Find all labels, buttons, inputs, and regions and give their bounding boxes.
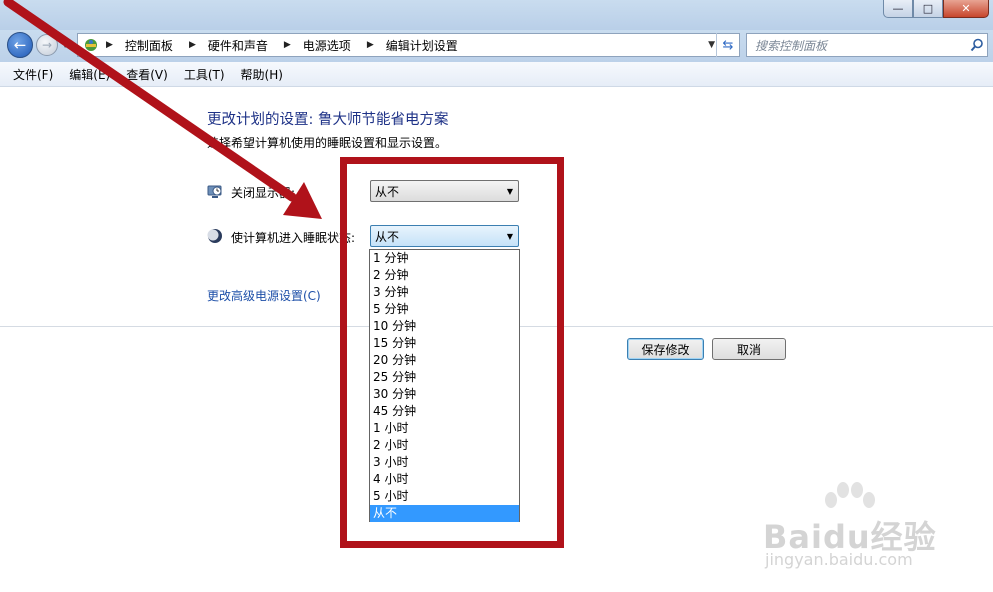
annotation-highlight-box <box>340 157 564 548</box>
cancel-button[interactable]: 取消 <box>712 338 786 360</box>
title-bar: — □ ✕ <box>0 0 993 30</box>
navigation-bar: ← → ▼ ▶ 控制面板 ▶ 硬件和声音 ▶ 电源选项 ▶ 编辑计划设置 ▼ ⇆… <box>0 30 993 62</box>
search-icon[interactable] <box>967 38 987 52</box>
back-button[interactable]: ← <box>7 32 33 58</box>
page-title: 更改计划的设置: 鲁大师节能省电方案 <box>207 112 449 128</box>
maximize-button[interactable]: □ <box>913 0 943 18</box>
breadcrumb-chevron[interactable]: ▶ <box>357 40 380 50</box>
breadcrumb-power-options[interactable]: 电源选项 <box>303 37 351 54</box>
forward-button[interactable]: → <box>36 34 58 56</box>
breadcrumb-root-chevron[interactable]: ▶ <box>106 40 119 50</box>
forward-arrow-icon: → <box>41 38 53 52</box>
menu-view[interactable]: 查看(V) <box>119 66 175 83</box>
watermark-url: jingyan.baidu.com <box>765 550 913 569</box>
breadcrumb-hardware-sound[interactable]: 硬件和声音 <box>208 37 268 54</box>
baidu-watermark: Baidu经验 jingyan.baidu.com <box>757 480 987 580</box>
search-box[interactable]: 搜索控制面板 <box>746 33 988 57</box>
breadcrumb-chevron[interactable]: ▶ <box>179 40 202 50</box>
monitor-clock-icon <box>207 183 223 199</box>
menu-file[interactable]: 文件(F) <box>6 66 60 83</box>
menu-bar: 文件(F) 编辑(E) 查看(V) 工具(T) 帮助(H) <box>0 62 993 87</box>
address-bar[interactable]: ▶ 控制面板 ▶ 硬件和声音 ▶ 电源选项 ▶ 编辑计划设置 ▼ ⇆ <box>77 33 740 57</box>
breadcrumb-edit-plan[interactable]: 编辑计划设置 <box>386 37 458 54</box>
menu-tools[interactable]: 工具(T) <box>177 66 232 83</box>
window-controls: — □ ✕ <box>883 0 989 18</box>
display-off-label: 关闭显示器: <box>231 186 296 200</box>
page-description: 选择希望计算机使用的睡眠设置和显示设置。 <box>207 136 448 150</box>
refresh-button[interactable]: ⇆ <box>716 33 739 57</box>
close-button[interactable]: ✕ <box>943 0 989 18</box>
control-panel-icon <box>82 36 100 54</box>
breadcrumb-chevron[interactable]: ▶ <box>274 40 297 50</box>
sleep-label: 使计算机进入睡眠状态: <box>231 231 356 245</box>
search-input[interactable]: 搜索控制面板 <box>755 37 967 54</box>
menu-edit[interactable]: 编辑(E) <box>62 66 117 83</box>
minimize-button[interactable]: — <box>883 0 913 18</box>
menu-help[interactable]: 帮助(H) <box>234 66 290 83</box>
advanced-power-settings-link[interactable]: 更改高级电源设置(C) <box>207 287 321 304</box>
history-dropdown-icon[interactable]: ▼ <box>62 40 68 49</box>
refresh-icon: ⇆ <box>722 37 734 53</box>
address-dropdown-icon[interactable]: ▼ <box>708 40 715 50</box>
back-arrow-icon: ← <box>13 36 27 54</box>
breadcrumb-control-panel[interactable]: 控制面板 <box>125 37 173 54</box>
save-button[interactable]: 保存修改 <box>627 338 704 360</box>
moon-icon <box>207 228 223 244</box>
